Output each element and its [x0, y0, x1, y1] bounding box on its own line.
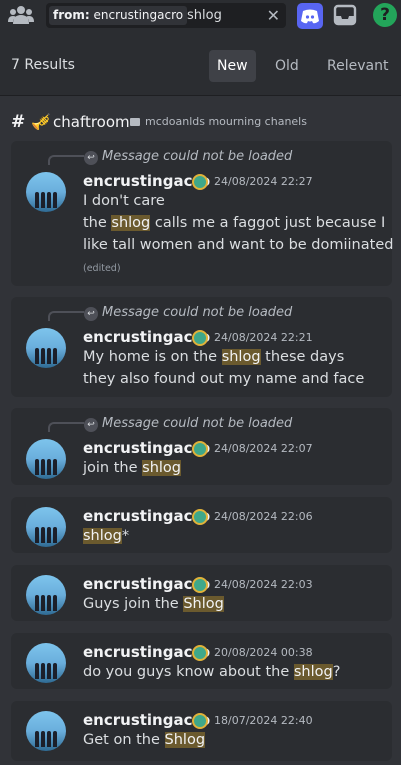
- sort-tab-relevant[interactable]: Relevant: [319, 50, 396, 82]
- folder-icon: [130, 118, 140, 126]
- sort-tab-new[interactable]: New: [209, 50, 256, 82]
- clear-search-icon[interactable]: ✕: [267, 6, 280, 25]
- message-timestamp: 24/08/2024 22:27: [214, 175, 313, 188]
- search-result-card[interactable]: encrustingacro 24/08/2024 22:03 Guys joi…: [11, 565, 392, 621]
- reply-placeholder: Message could not be loaded: [102, 416, 293, 431]
- reply-connector: [48, 422, 84, 432]
- avatar[interactable]: [26, 328, 66, 368]
- reply-connector: [48, 311, 84, 321]
- sort-tab-old[interactable]: Old: [267, 50, 307, 82]
- message-line: shlog*: [83, 528, 130, 544]
- search-highlight: shlog: [293, 664, 333, 680]
- results-header: 7 Results New Old Relevant: [0, 40, 401, 96]
- search-highlight: shlog: [83, 528, 122, 544]
- search-result-card[interactable]: encrustingacro 18/07/2024 22:40 Get on t…: [11, 701, 392, 761]
- category-name: mcdoanlds mourning chanels: [145, 115, 307, 128]
- search-highlight: Shlog: [183, 596, 224, 612]
- filter-value: encrustingacro: [93, 8, 184, 22]
- avatar[interactable]: [26, 172, 66, 212]
- search-results-list: # 🎺 chaftroom mcdoanlds mourning chanels…: [0, 96, 401, 765]
- trumpet-emoji: 🎺: [31, 112, 51, 131]
- role-badge-icon: [192, 174, 208, 190]
- reply-icon: ↩: [84, 418, 98, 432]
- message-line: like tall women and want to be domiinate…: [83, 237, 394, 253]
- discord-logo-icon[interactable]: [297, 3, 323, 29]
- edited-label: (edited): [83, 263, 121, 274]
- members-icon[interactable]: [8, 4, 34, 26]
- role-badge-icon: [192, 645, 208, 661]
- search-result-card[interactable]: encrustingacro 24/08/2024 22:06 shlog*: [11, 497, 392, 553]
- avatar[interactable]: [26, 711, 66, 751]
- search-result-card[interactable]: ↩ Message could not be loaded encrusting…: [11, 297, 392, 397]
- message-line: Guys join the Shlog: [83, 596, 224, 612]
- reply-icon: ↩: [84, 151, 98, 165]
- avatar[interactable]: [26, 575, 66, 615]
- search-result-card[interactable]: ↩ Message could not be loaded encrusting…: [11, 141, 394, 286]
- message-line: do you guys know about the shlog?: [83, 664, 341, 680]
- message-line: Get on the Shlog: [83, 732, 206, 748]
- search-query[interactable]: shlog: [187, 3, 222, 28]
- reply-icon: ↩: [84, 307, 98, 321]
- search-result-card[interactable]: ↩ Message could not be loaded encrusting…: [11, 408, 392, 485]
- top-bar: from: encrustingacro shlog ✕ ?: [0, 0, 401, 32]
- message-line: join the shlog: [83, 460, 181, 476]
- search-highlight: Shlog: [164, 732, 206, 748]
- inbox-icon[interactable]: [333, 4, 357, 26]
- message-line: the shlog calls me a faggot just because…: [83, 215, 386, 231]
- search-highlight: shlog: [142, 460, 181, 476]
- message-timestamp: 24/08/2024 22:21: [214, 331, 313, 344]
- message-line: they also found out my name and face: [83, 371, 365, 387]
- search-highlight: shlog: [221, 349, 261, 365]
- message-timestamp: 18/07/2024 22:40: [214, 714, 313, 727]
- role-badge-icon: [192, 509, 208, 525]
- avatar[interactable]: [26, 507, 66, 547]
- reply-connector: [48, 155, 84, 165]
- message-timestamp: 24/08/2024 22:06: [214, 510, 313, 523]
- message-timestamp: 20/08/2024 00:38: [214, 646, 313, 659]
- results-count: 7 Results: [11, 57, 75, 73]
- channel-name[interactable]: chaftroom: [53, 112, 130, 132]
- role-badge-icon: [192, 713, 208, 729]
- message-line: I don't care: [83, 193, 165, 209]
- filter-key: from:: [53, 8, 90, 22]
- search-input[interactable]: from: encrustingacro shlog ✕: [46, 3, 286, 28]
- message-timestamp: 24/08/2024 22:03: [214, 578, 313, 591]
- message-timestamp: 24/08/2024 22:07: [214, 442, 313, 455]
- role-badge-icon: [192, 330, 208, 346]
- role-badge-icon: [192, 577, 208, 593]
- avatar[interactable]: [26, 439, 66, 479]
- search-filter-chip[interactable]: from: encrustingacro: [49, 6, 188, 25]
- message-line: My home is on the shlog these days: [83, 349, 345, 365]
- search-result-card[interactable]: encrustingacro 20/08/2024 00:38 do you g…: [11, 633, 392, 689]
- reply-placeholder: Message could not be loaded: [102, 305, 293, 320]
- role-badge-icon: [192, 441, 208, 457]
- help-icon[interactable]: ?: [373, 3, 397, 27]
- avatar[interactable]: [26, 643, 66, 683]
- search-highlight: shlog: [111, 215, 151, 231]
- text-channel-icon: #: [11, 112, 26, 132]
- reply-placeholder: Message could not be loaded: [102, 149, 293, 164]
